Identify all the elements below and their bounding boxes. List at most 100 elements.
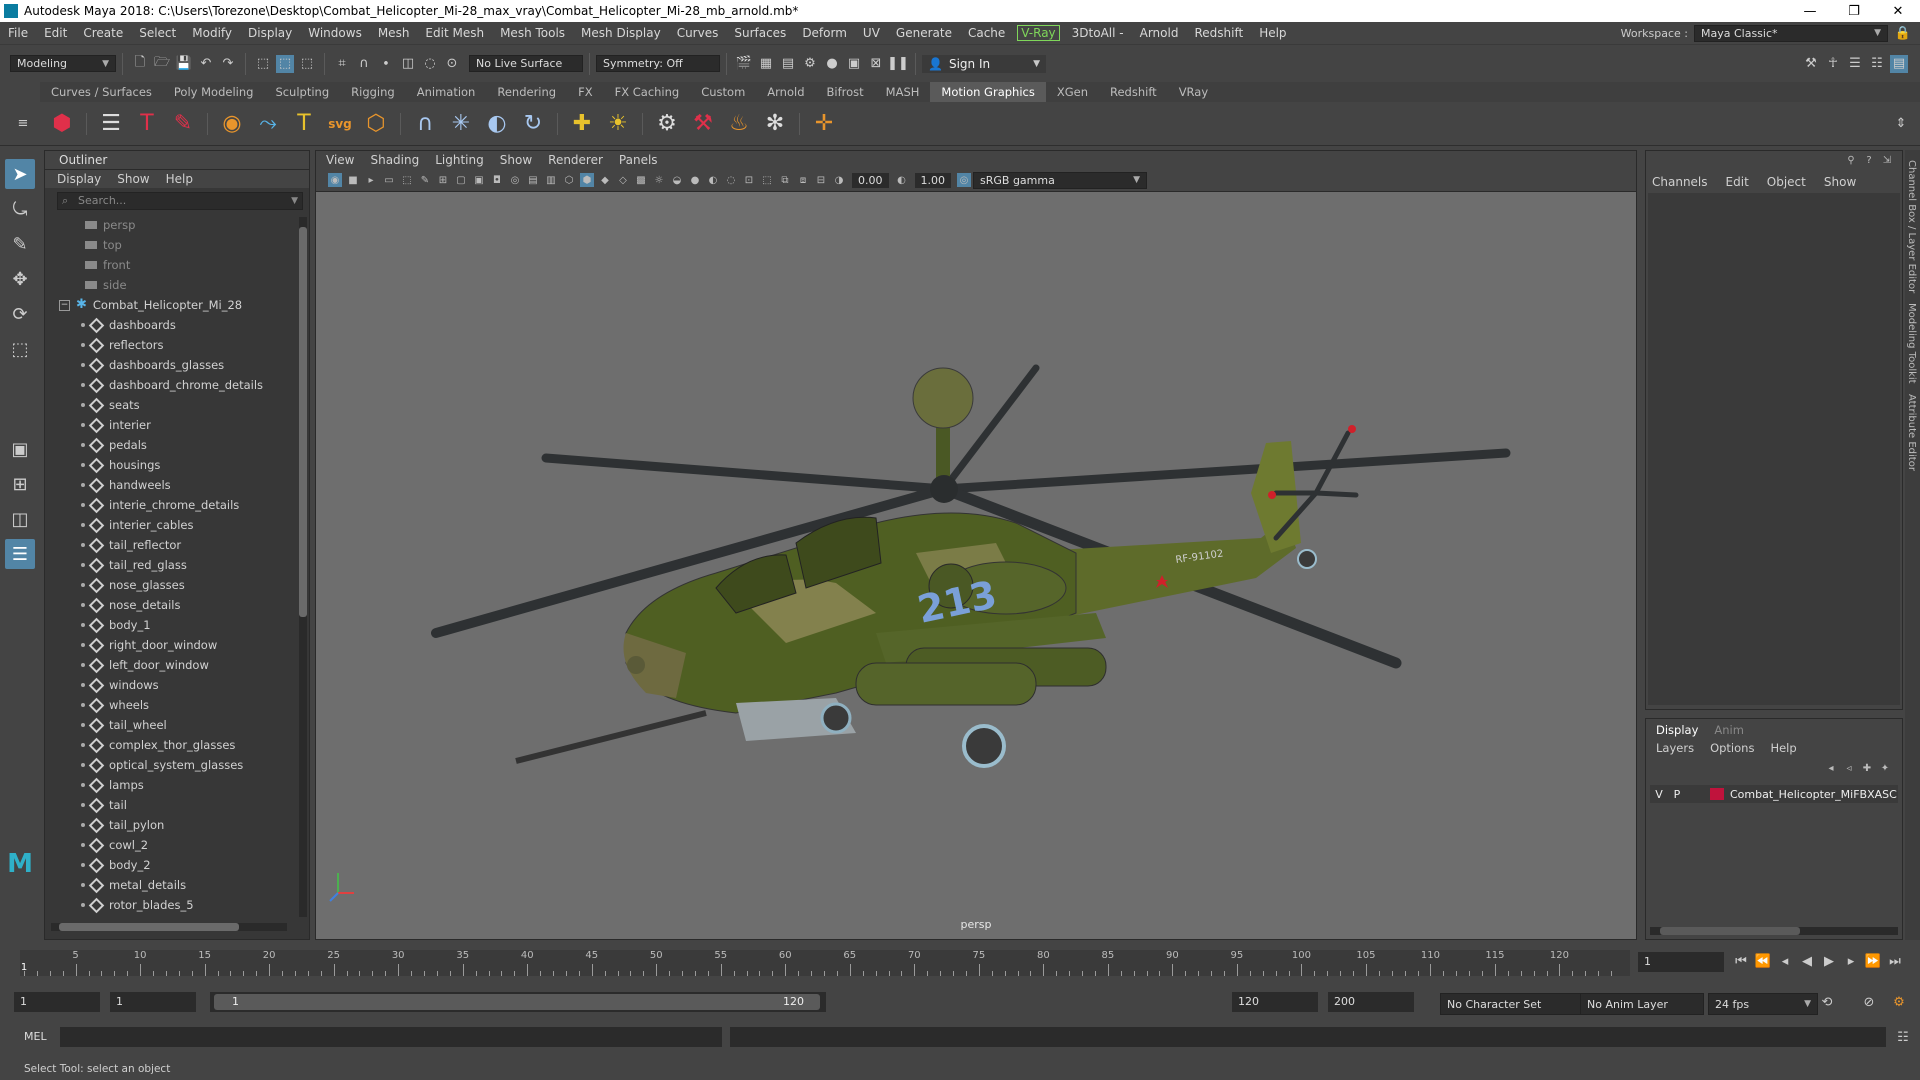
outliner-item-mesh[interactable]: dashboards_glasses: [45, 355, 295, 375]
shelf-tab-arnold[interactable]: Arnold: [756, 82, 815, 102]
menu-generate[interactable]: Generate: [888, 26, 960, 40]
expand-dot-icon[interactable]: [81, 643, 85, 647]
channel-menu-show[interactable]: Show: [1824, 175, 1856, 189]
new-layer-selected-icon[interactable]: ✦: [1878, 761, 1892, 775]
anim-layer-dropdown[interactable]: No Anim Layer: [1580, 993, 1704, 1015]
single-view-icon[interactable]: ▣: [5, 434, 35, 464]
menu-uv[interactable]: UV: [855, 26, 888, 40]
shelf-tab-motion-graphics[interactable]: Motion Graphics: [930, 82, 1046, 102]
expand-dot-icon[interactable]: [81, 903, 85, 907]
outliner-search-input[interactable]: ⌕ Search... ▼: [57, 192, 303, 210]
viewport-menu-view[interactable]: View: [326, 151, 354, 169]
scroll-thumb[interactable]: [299, 227, 307, 617]
shelf-type-tool-icon[interactable]: ✎: [168, 109, 198, 139]
expand-dot-icon[interactable]: [81, 563, 85, 567]
outliner-item-mesh[interactable]: pedals: [45, 435, 295, 455]
shelf-gear-icon[interactable]: ⚙: [652, 109, 682, 139]
side-tab-attribute-editor[interactable]: Attribute Editor: [1906, 394, 1917, 471]
expand-dot-icon[interactable]: [81, 503, 85, 507]
shelf-svg-icon[interactable]: svg: [325, 109, 355, 139]
outliner-item-mesh[interactable]: reflectors: [45, 335, 295, 355]
layer-move-down-icon[interactable]: ◃: [1842, 761, 1856, 775]
menu-display[interactable]: Display: [240, 26, 300, 40]
layer-row[interactable]: V P Combat_Helicopter_MiFBXASC: [1650, 785, 1898, 803]
shelf-box-icon[interactable]: ⬡: [361, 109, 391, 139]
workspace-dropdown[interactable]: Maya Classic* ▼: [1694, 24, 1888, 42]
paint-select-icon[interactable]: ✎: [5, 229, 35, 259]
outliner-item-mesh[interactable]: interier_cables: [45, 515, 295, 535]
outliner-item-mesh[interactable]: tail_pylon: [45, 815, 295, 835]
select-object-icon[interactable]: ⬚: [276, 54, 294, 73]
outliner-item-camera[interactable]: side: [45, 275, 295, 295]
shelf-tab-animation[interactable]: Animation: [406, 82, 487, 102]
four-view-icon[interactable]: ⊞: [5, 469, 35, 499]
shelf-tab-bifrost[interactable]: Bifrost: [816, 82, 875, 102]
shelf-loop-icon[interactable]: ↻: [518, 109, 548, 139]
play-forwards-icon[interactable]: ▶: [1820, 952, 1838, 970]
shelf-tab-rendering[interactable]: Rendering: [486, 82, 567, 102]
menu-deform[interactable]: Deform: [794, 26, 855, 40]
shelf-tab-redshift[interactable]: Redshift: [1099, 82, 1168, 102]
viewport-menu-show[interactable]: Show: [500, 151, 532, 169]
new-layer-icon[interactable]: ✚: [1860, 761, 1874, 775]
side-tab-channel-box-layer-editor[interactable]: Channel Box / Layer Editor: [1906, 160, 1917, 293]
outliner-menu-show[interactable]: Show: [117, 170, 149, 188]
shelf-tab-sculpting[interactable]: Sculpting: [264, 82, 340, 102]
outliner-item-mesh[interactable]: windows: [45, 675, 295, 695]
auto-key-icon[interactable]: ⊘: [1860, 993, 1878, 1011]
outliner-item-mesh[interactable]: tail_reflector: [45, 535, 295, 555]
layer-menu-options[interactable]: Options: [1710, 741, 1754, 755]
layer-visibility-toggle[interactable]: V: [1650, 788, 1668, 801]
gate-mask-icon[interactable]: ◘: [490, 173, 504, 187]
tool-settings-icon[interactable]: ☷: [1868, 55, 1886, 73]
expand-dot-icon[interactable]: [81, 883, 85, 887]
current-frame-field[interactable]: 1: [1638, 952, 1724, 972]
shelf-scroll-icon[interactable]: ⇕: [1892, 115, 1910, 133]
textured-icon[interactable]: ▩: [634, 173, 648, 187]
shelf-light-icon[interactable]: ☀: [603, 109, 633, 139]
outliner-scrollbar[interactable]: [299, 217, 307, 917]
hypershade-icon[interactable]: ●: [823, 55, 841, 73]
safe-action-icon[interactable]: ▤: [526, 173, 540, 187]
outliner-item-mesh[interactable]: nose_glasses: [45, 575, 295, 595]
viewport-panel[interactable]: View Shading Lighting Show Renderer Panels ◉ …: [315, 150, 1637, 940]
shadows-icon[interactable]: ◒: [670, 173, 684, 187]
expand-dot-icon[interactable]: [81, 783, 85, 787]
expand-dot-icon[interactable]: [81, 523, 85, 527]
outliner-item-mesh[interactable]: cowl_2: [45, 835, 295, 855]
character-controls-icon[interactable]: ☥: [1824, 55, 1842, 73]
channel-menu-edit[interactable]: Edit: [1726, 175, 1749, 189]
outliner-item-mesh[interactable]: handweels: [45, 475, 295, 495]
scene-end-field[interactable]: 200: [1328, 992, 1414, 1012]
scroll-thumb[interactable]: [59, 923, 239, 931]
expand-dot-icon[interactable]: [81, 403, 85, 407]
expand-dot-icon[interactable]: [81, 823, 85, 827]
live-surface-field[interactable]: No Live Surface: [469, 55, 583, 72]
shelf-tab-fx-caching[interactable]: FX Caching: [604, 82, 691, 102]
outliner-item-mesh[interactable]: nose_details: [45, 595, 295, 615]
menu-windows[interactable]: Windows: [300, 26, 370, 40]
layer-tab-anim[interactable]: Anim: [1710, 723, 1756, 737]
snap-grid-icon[interactable]: ⌗: [333, 55, 351, 73]
outliner-item-camera[interactable]: front: [45, 255, 295, 275]
shelf-tab-mash[interactable]: MASH: [875, 82, 931, 102]
channel-box-help-icon[interactable]: ?: [1862, 153, 1876, 167]
shelf-hammer-icon[interactable]: ⚒: [688, 109, 718, 139]
shelf-tab-vray[interactable]: VRay: [1168, 82, 1219, 102]
shelf-wave-icon[interactable]: ◐: [482, 109, 512, 139]
ambient-occlusion-icon[interactable]: ●: [688, 173, 702, 187]
scroll-thumb[interactable]: [1660, 927, 1800, 935]
layer-move-up-icon[interactable]: ◂: [1824, 761, 1838, 775]
outliner-item-mesh[interactable]: lamps: [45, 775, 295, 795]
redo-icon[interactable]: ↷: [219, 55, 237, 73]
safe-title-icon[interactable]: ▥: [544, 173, 558, 187]
modeling-toolkit-icon[interactable]: ⚒: [1802, 55, 1820, 73]
layer-color-swatch[interactable]: [1710, 788, 1724, 800]
select-tool-icon[interactable]: ➤: [5, 159, 35, 189]
save-scene-icon[interactable]: 💾: [175, 55, 193, 73]
menu-curves[interactable]: Curves: [669, 26, 727, 40]
viewport-menu-panels[interactable]: Panels: [619, 151, 658, 169]
lasso-tool-icon[interactable]: ⤿: [5, 194, 35, 224]
expand-dot-icon[interactable]: [81, 463, 85, 467]
menu-3dtoall[interactable]: 3DtoAll -: [1064, 26, 1132, 40]
